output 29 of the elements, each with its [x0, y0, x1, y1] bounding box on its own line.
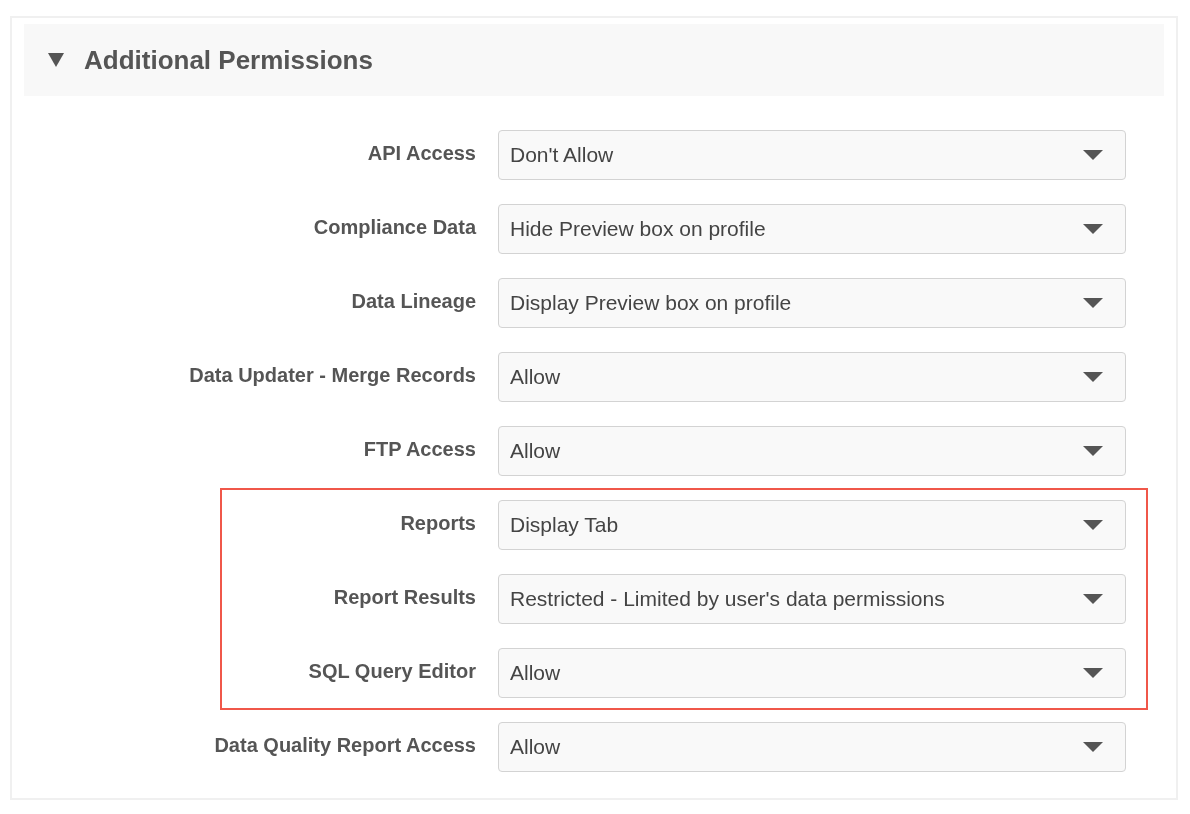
- permission-label: Reports: [399, 511, 476, 535]
- permission-dropdown[interactable]: Allow: [498, 426, 1126, 476]
- dropdown-caret-icon: [1083, 594, 1103, 604]
- permission-dropdown[interactable]: Don't Allow: [498, 130, 1126, 180]
- permission-label: Data Updater - Merge Records: [188, 363, 476, 387]
- permission-dropdown[interactable]: Allow: [498, 352, 1126, 402]
- section-title: Additional Permissions: [84, 44, 373, 76]
- permission-label: Report Results: [332, 585, 476, 609]
- permission-dropdown[interactable]: Display Preview box on profile: [498, 278, 1126, 328]
- permission-label: Data Lineage: [350, 289, 476, 313]
- dropdown-caret-icon: [1083, 298, 1103, 308]
- dropdown-caret-icon: [1083, 742, 1103, 752]
- dropdown-caret-icon: [1083, 372, 1103, 382]
- dropdown-caret-icon: [1083, 150, 1103, 160]
- section-header[interactable]: Additional Permissions: [24, 24, 1164, 96]
- dropdown-caret-icon: [1083, 446, 1103, 456]
- permission-dropdown[interactable]: Display Tab: [498, 500, 1126, 550]
- permission-label: Data Quality Report Access: [213, 733, 476, 757]
- permission-dropdown[interactable]: Allow: [498, 648, 1126, 698]
- permission-label: SQL Query Editor: [307, 659, 476, 683]
- permission-label: API Access: [366, 141, 476, 165]
- dropdown-caret-icon: [1083, 224, 1103, 234]
- permission-dropdown[interactable]: Allow: [498, 722, 1126, 772]
- dropdown-caret-icon: [1083, 520, 1103, 530]
- permission-label: Compliance Data: [312, 215, 476, 239]
- permission-label: FTP Access: [362, 437, 476, 461]
- dropdown-caret-icon: [1083, 668, 1103, 678]
- permission-dropdown[interactable]: Restricted - Limited by user's data permissions: [498, 574, 1126, 624]
- permission-dropdown[interactable]: Hide Preview box on profile: [498, 204, 1126, 254]
